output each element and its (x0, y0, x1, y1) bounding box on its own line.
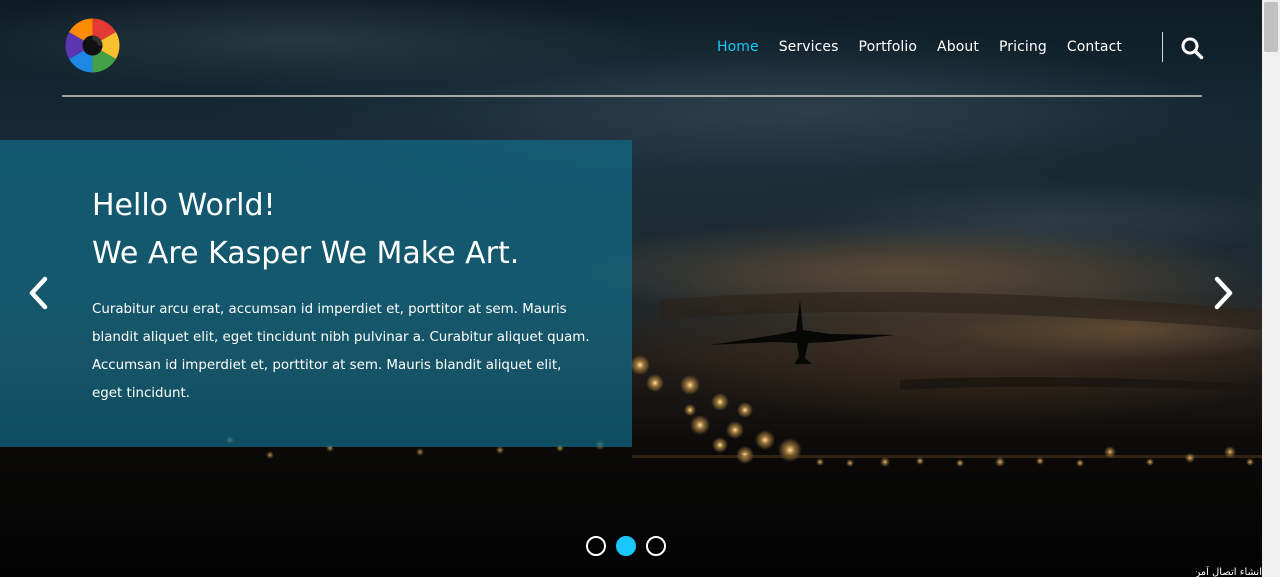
slider-bullet[interactable] (646, 536, 666, 556)
nav-item-portfolio[interactable]: Portfolio (859, 37, 918, 57)
main-nav: Home Services Portfolio About Pricing Co… (697, 37, 1122, 57)
header-underline (62, 95, 1202, 97)
nav-item-home[interactable]: Home (717, 37, 759, 57)
rainbow-spiral-logo-icon[interactable] (65, 18, 120, 73)
slider-bullets (586, 536, 666, 556)
intro-paragraph: Curabitur arcu erat, accumsan id imperdi… (92, 302, 590, 401)
intro-title-line2: We Are Kasper We Make Art. (92, 236, 520, 271)
airplane-silhouette (710, 300, 895, 364)
nav-item-pricing[interactable]: Pricing (999, 37, 1047, 57)
slider-bullet[interactable] (586, 536, 606, 556)
nav-item-services[interactable]: Services (779, 37, 839, 57)
intro-title-line1: Hello World! (92, 188, 276, 223)
scrollbar-thumb[interactable] (1264, 2, 1278, 52)
chevron-right-icon[interactable] (1212, 273, 1236, 313)
slider-bullet-active[interactable] (616, 536, 636, 556)
browser-status-text: انشاء اتصال آمن (1196, 567, 1262, 577)
runway-lights (630, 355, 802, 464)
intro-title: Hello World! We Are Kasper We Make Art. (92, 182, 612, 278)
nav-item-contact[interactable]: Contact (1067, 37, 1122, 57)
search-icon[interactable] (1180, 36, 1204, 60)
chevron-left-icon[interactable] (26, 273, 50, 313)
site-header: Home Services Portfolio About Pricing Co… (62, 0, 1204, 97)
nav-item-about[interactable]: About (937, 37, 979, 57)
page-scrollbar[interactable] (1262, 0, 1280, 577)
nav-divider (1162, 32, 1163, 62)
landing-section: Home Services Portfolio About Pricing Co… (0, 0, 1262, 577)
